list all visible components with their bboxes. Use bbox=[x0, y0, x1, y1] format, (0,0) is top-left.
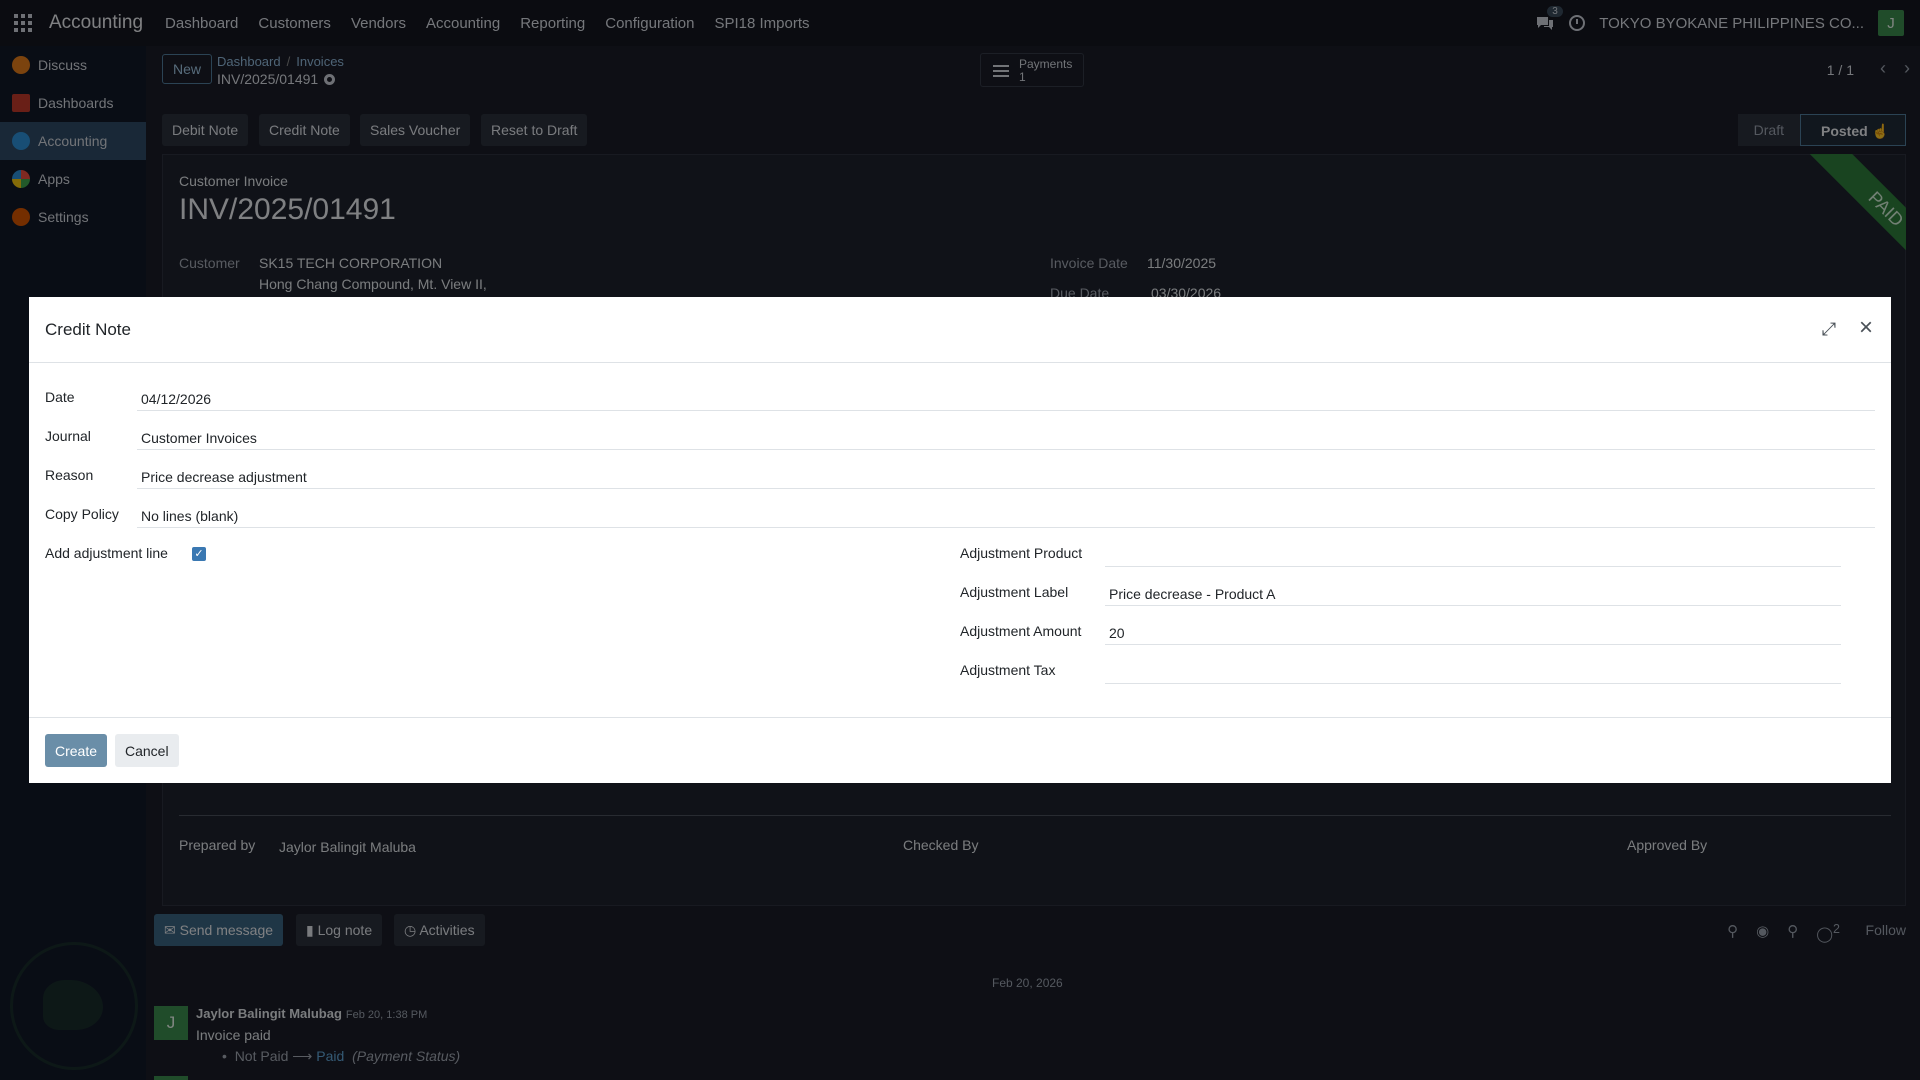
close-icon[interactable]: × bbox=[1855, 316, 1877, 340]
adjustment-amount-field[interactable]: 20 bbox=[1105, 621, 1841, 645]
journal-field[interactable]: Customer Invoices bbox=[137, 426, 1875, 450]
modal-footer: Create Cancel bbox=[29, 717, 1891, 783]
adjustment-label-label: Adjustment Label bbox=[960, 584, 1069, 600]
credit-note-dialog: Credit Note ⤢ × Date 04/12/2026 Journal … bbox=[29, 297, 1891, 783]
adjustment-tax-field[interactable] bbox=[1105, 660, 1841, 684]
copy-policy-field[interactable]: No lines (blank) bbox=[137, 504, 1875, 528]
cancel-button[interactable]: Cancel bbox=[115, 734, 179, 767]
modal-title: Credit Note bbox=[45, 320, 131, 339]
adjustment-product-field[interactable] bbox=[1105, 543, 1841, 567]
modal-header: Credit Note ⤢ × bbox=[29, 297, 1891, 363]
journal-label: Journal bbox=[45, 428, 91, 444]
add-adjustment-line-checkbox[interactable]: ✓ bbox=[192, 547, 206, 561]
reason-field[interactable]: Price decrease adjustment bbox=[137, 465, 1875, 489]
adjustment-product-label: Adjustment Product bbox=[960, 545, 1083, 561]
add-adjustment-line-label: Add adjustment line bbox=[45, 545, 168, 561]
reason-label: Reason bbox=[45, 467, 94, 483]
create-button[interactable]: Create bbox=[45, 734, 108, 767]
date-field[interactable]: 04/12/2026 bbox=[137, 387, 1875, 411]
compress-icon[interactable]: ⤢ bbox=[1819, 319, 1839, 339]
adjustment-amount-label: Adjustment Amount bbox=[960, 623, 1082, 639]
adjustment-label-field[interactable]: Price decrease - Product A bbox=[1105, 582, 1841, 606]
copy-policy-label: Copy Policy bbox=[45, 506, 119, 522]
adjustment-tax-label: Adjustment Tax bbox=[960, 662, 1056, 678]
date-label: Date bbox=[45, 389, 75, 405]
